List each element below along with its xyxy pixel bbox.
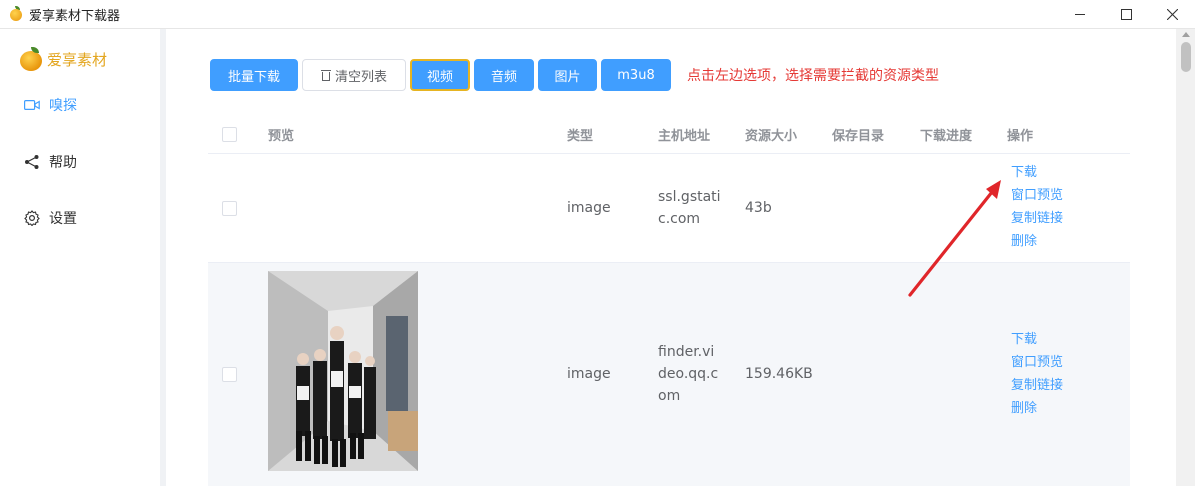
toolbar: 批量下载 清空列表 视频 音频 图片 m3u8 点击左边选项，选择需要拦截的资源… [210,59,939,91]
row-type: image [567,200,611,216]
row-size: 43b [745,200,772,216]
column-header-type: 类型 [567,129,594,144]
row-host: ssl.gstatic.com [658,189,721,227]
scroll-up-icon[interactable] [1182,32,1190,37]
preview-photo [268,271,418,471]
app-logo-icon [9,6,23,22]
filter-image-button[interactable]: 图片 [538,59,597,91]
copy-link-link[interactable]: 复制链接 [1011,374,1063,397]
row-host: finder.video.qq.com [658,344,719,404]
annotation-arrow-icon [908,180,1001,297]
download-link[interactable]: 下载 [1011,328,1063,351]
column-header-host: 主机地址 [658,129,711,144]
row-size: 159.46KB [745,366,813,382]
sidebar: 爱享素材 嗅探 帮助 设置 [0,29,160,486]
close-icon [1166,8,1178,20]
scrollbar-thumb[interactable] [1181,42,1191,72]
minimize-button[interactable] [1057,0,1103,28]
row-checkbox[interactable] [222,367,237,382]
sidebar-item-sniff[interactable]: 嗅探 [24,95,77,115]
row-actions: 下载 窗口预览 复制链接 删除 [1011,328,1063,420]
delete-link[interactable]: 删除 [1011,397,1063,420]
column-header-preview: 预览 [268,129,295,144]
sidebar-item-label: 帮助 [49,155,77,171]
column-header-size: 资源大小 [745,129,798,144]
clear-list-button[interactable]: 清空列表 [302,59,406,91]
sidebar-item-settings[interactable]: 设置 [24,208,77,228]
orange-logo-icon [20,47,42,71]
filter-hint: 点击左边选项，选择需要拦截的资源类型 [687,68,939,84]
gear-icon [24,210,40,226]
vertical-scrollbar[interactable] [1176,29,1195,486]
table-header: 预览 类型 主机地址 资源大小 保存目录 下载进度 操作 [208,115,1130,154]
preview-image[interactable] [268,271,418,471]
window-title: 爱享素材下载器 [29,8,121,24]
trash-icon [320,69,331,81]
title-bar: 爱享素材下载器 [0,0,1195,29]
sidebar-item-label: 设置 [49,211,77,227]
download-link[interactable]: 下载 [1011,161,1063,184]
batch-download-button[interactable]: 批量下载 [210,59,298,91]
column-header-progress: 下载进度 [920,129,973,144]
row-actions: 下载 窗口预览 复制链接 删除 [1011,161,1063,253]
select-all-checkbox[interactable] [222,127,237,142]
close-button[interactable] [1149,0,1195,28]
brand-logo: 爱享素材 [20,47,107,71]
main-panel: 批量下载 清空列表 视频 音频 图片 m3u8 点击左边选项，选择需要拦截的资源… [166,29,1176,486]
delete-link[interactable]: 删除 [1011,230,1063,253]
filter-m3u8-button[interactable]: m3u8 [601,59,671,91]
row-type: image [567,366,611,382]
filter-video-button[interactable]: 视频 [410,59,470,91]
brand-name: 爱享素材 [47,50,108,69]
column-header-actions: 操作 [1007,129,1034,144]
maximize-button[interactable] [1103,0,1149,28]
sidebar-item-label: 嗅探 [49,98,77,114]
column-header-save-dir: 保存目录 [832,129,885,144]
clear-list-label: 清空列表 [334,69,387,85]
window-preview-link[interactable]: 窗口预览 [1011,184,1063,207]
video-camera-icon [24,97,40,113]
copy-link-link[interactable]: 复制链接 [1011,207,1063,230]
row-checkbox[interactable] [222,201,237,216]
sidebar-item-help[interactable]: 帮助 [24,152,77,172]
share-icon [24,154,40,170]
window-preview-link[interactable]: 窗口预览 [1011,351,1063,374]
filter-audio-button[interactable]: 音频 [474,59,534,91]
